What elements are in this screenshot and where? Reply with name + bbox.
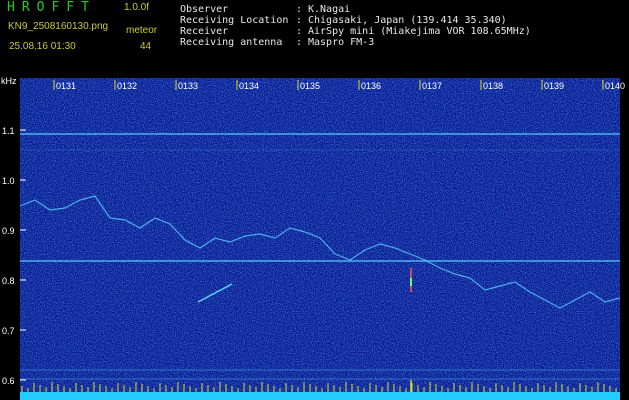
x-tick-label: 0135	[300, 81, 320, 91]
info-key: Receiving antenna	[180, 37, 283, 48]
info-value: AirSpy mini (Miakejima VOR 108.65MHz)	[308, 26, 531, 37]
info-value: K.Nagai	[308, 4, 351, 15]
x-tick-label: 0133	[178, 81, 198, 91]
y-tick-label: 0.8	[2, 276, 15, 286]
y-tick-label: 1.0	[2, 176, 15, 186]
bottom-bar	[20, 392, 620, 400]
app-title: HROFFT	[7, 0, 96, 15]
info-value: Chigasaki, Japan (139.414 35.340)	[308, 15, 507, 26]
mode-label: meteor	[126, 25, 158, 36]
x-tick-label: 0132	[117, 81, 137, 91]
info-value: Maspro FM-3	[308, 37, 375, 48]
x-tick-label: 0137	[422, 81, 442, 91]
info-separator: :	[296, 37, 303, 48]
spectrogram-plot: 1.1 1.0 0.9 0.8 0.7 0.6 0131 0132 0133 0134 0135 0…	[2, 78, 625, 400]
info-separator: :	[296, 15, 303, 26]
info-key: Receiving Location	[180, 15, 289, 26]
y-tick-label: 0.9	[2, 226, 15, 236]
file-name: KN9_2508160130.png	[8, 21, 109, 32]
info-key: Observer	[180, 4, 229, 15]
y-tick-label: 1.1	[2, 126, 15, 136]
header-panel: HROFFT 1.0.0f KN9_2508160130.png meteor …	[0, 0, 629, 78]
x-tick-label: 0140	[605, 81, 625, 91]
y-tick-label: 0.7	[2, 326, 15, 336]
mode-value: 44	[140, 41, 152, 52]
app-version: 1.0.0f	[124, 2, 150, 13]
date-time: 25.08.16 01:30	[9, 41, 76, 52]
x-tick-label: 0139	[544, 81, 564, 91]
x-tick-label: 0131	[56, 81, 76, 91]
y-tick-label: 0.6	[2, 376, 15, 386]
info-separator: :	[296, 4, 303, 15]
x-tick-label: 0134	[239, 81, 259, 91]
info-separator: :	[296, 26, 303, 37]
info-row-antenna: Receiving antenna : Maspro FM-3	[180, 37, 374, 49]
x-tick-label: 0138	[483, 81, 503, 91]
spectrogram-noise	[20, 78, 620, 392]
info-key: Receiver	[180, 26, 229, 37]
x-tick-label: 0136	[361, 81, 381, 91]
